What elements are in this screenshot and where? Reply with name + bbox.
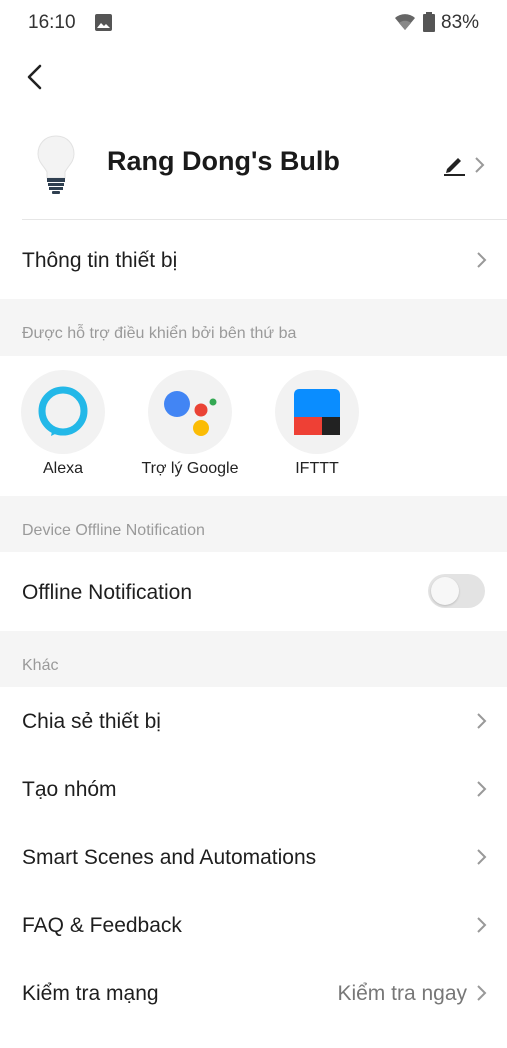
network-check-action: Kiểm tra ngay [337, 982, 467, 1005]
chevron-right-icon [476, 780, 487, 803]
ifttt-icon [275, 370, 359, 454]
faq-feedback-label: FAQ & Feedback [22, 914, 182, 937]
status-time: 16:10 [28, 12, 76, 33]
device-header[interactable]: Rang Dong's Bulb [0, 118, 507, 220]
other-section-header: Khác [0, 631, 507, 687]
create-group-row[interactable]: Tạo nhóm [0, 755, 507, 823]
network-check-label: Kiểm tra mạng [22, 982, 159, 1005]
back-button[interactable] [18, 60, 50, 94]
status-bar: 16:10 83% [0, 0, 507, 44]
chevron-right-icon [476, 848, 487, 871]
google-assistant-label: Trợ lý Google [141, 460, 239, 477]
alexa-label: Alexa [42, 460, 84, 477]
other-section-label: Khác [22, 657, 59, 674]
edit-pencil-icon[interactable] [443, 154, 467, 181]
device-info-row[interactable]: Thông tin thiết bị [0, 221, 507, 299]
alexa-icon [21, 370, 105, 454]
faq-feedback-row[interactable]: FAQ & Feedback [0, 891, 507, 959]
chevron-right-icon [476, 712, 487, 735]
offline-section-label: Device Offline Notification [22, 522, 205, 539]
wifi-icon [394, 13, 416, 36]
device-name: Rang Dong's Bulb [107, 146, 340, 176]
offline-section-header: Device Offline Notification [0, 496, 507, 552]
gallery-icon [95, 14, 112, 36]
chevron-right-icon [476, 251, 487, 274]
smart-scenes-row[interactable]: Smart Scenes and Automations [0, 823, 507, 891]
toggle-knob [431, 577, 459, 605]
bulb-icon [32, 134, 80, 199]
alexa-integration[interactable]: Alexa [8, 370, 118, 478]
offline-notification-label: Offline Notification [22, 581, 193, 604]
chevron-right-icon [476, 984, 487, 1007]
share-device-row[interactable]: Chia sẻ thiết bị [0, 687, 507, 755]
chevron-right-icon [476, 916, 487, 939]
third-party-section-label: Được hỗ trợ điều khiển bởi bên thứ ba [22, 325, 297, 342]
smart-scenes-label: Smart Scenes and Automations [22, 846, 317, 869]
google-assistant-icon [148, 370, 232, 454]
offline-notification-toggle[interactable] [428, 574, 485, 608]
third-party-section-header: Được hỗ trợ điều khiển bởi bên thứ ba [0, 299, 507, 356]
chevron-right-icon [474, 156, 485, 179]
ifttt-label: IFTTT [295, 460, 339, 477]
network-check-row[interactable]: Kiểm tra mạng Kiểm tra ngay [0, 959, 507, 1027]
google-assistant-integration[interactable]: Trợ lý Google [135, 370, 245, 478]
back-arrow-icon [27, 64, 42, 90]
divider [22, 219, 507, 220]
battery-percentage: 83% [441, 12, 480, 33]
share-device-label: Chia sẻ thiết bị [22, 710, 161, 733]
ifttt-integration[interactable]: IFTTT [262, 370, 372, 478]
battery-icon [423, 12, 435, 37]
device-info-label: Thông tin thiết bị [22, 249, 178, 272]
create-group-label: Tạo nhóm [22, 778, 117, 801]
